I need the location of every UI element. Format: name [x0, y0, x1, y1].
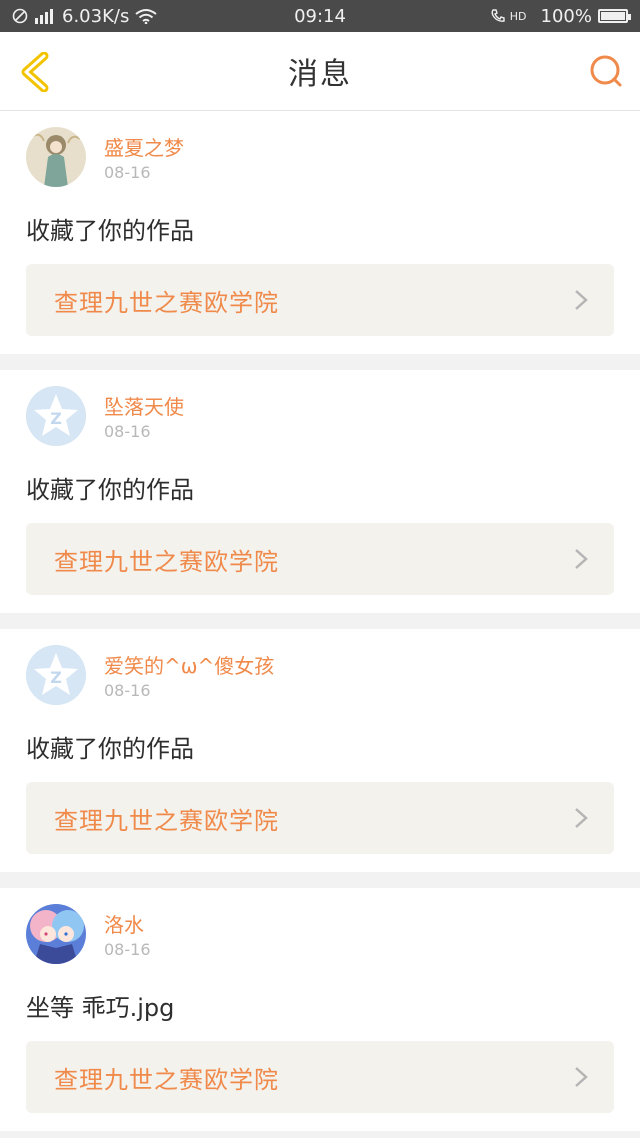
message-header: Z 爱笑的^ω^傻女孩 08-16: [26, 643, 614, 707]
back-arrow-icon: [21, 51, 49, 93]
work-title: 查理九世之赛欧学院: [54, 1065, 279, 1094]
status-left: 6.03K/s: [12, 6, 157, 27]
avatar[interactable]: [26, 904, 86, 964]
default-avatar-icon: Z: [26, 645, 86, 705]
message-text: 收藏了你的作品: [26, 217, 194, 245]
search-icon: [590, 55, 622, 87]
default-avatar-icon: Z: [26, 386, 86, 446]
nav-bar: 消息: [0, 32, 640, 111]
work-link[interactable]: 查理九世之赛欧学院: [26, 1041, 614, 1113]
user-avatar-image: [26, 127, 86, 187]
message-card: 洛水 08-16 坐等 乖巧.jpg 查理九世之赛欧学院: [0, 888, 640, 1131]
wifi-icon: [135, 8, 157, 24]
status-right: HD 100%: [490, 5, 631, 27]
message-header: 盛夏之梦 08-16: [26, 125, 614, 189]
user-avatar-image: [26, 904, 86, 964]
work-link[interactable]: 查理九世之赛欧学院: [26, 264, 614, 336]
battery-icon: [598, 9, 631, 23]
work-link[interactable]: 查理九世之赛欧学院: [26, 523, 614, 595]
message-card: Z 坠落天使 08-16 收藏了你的作品 查理九世之赛欧学院: [0, 370, 640, 613]
message-meta: 坠落天使 08-16: [104, 391, 184, 441]
message-header: 洛水 08-16: [26, 902, 614, 966]
message-text: 收藏了你的作品: [26, 735, 194, 763]
avatar[interactable]: [26, 127, 86, 187]
back-button[interactable]: [18, 51, 52, 93]
chevron-right-icon: [575, 1067, 588, 1087]
chevron-right-icon: [575, 290, 588, 310]
message-meta: 爱笑的^ω^傻女孩 08-16: [104, 650, 274, 700]
message-card: Z 爱笑的^ω^傻女孩 08-16 收藏了你的作品 查理九世之赛欧学院: [0, 629, 640, 872]
message-header: Z 坠落天使 08-16: [26, 384, 614, 448]
work-title: 查理九世之赛欧学院: [54, 547, 279, 576]
username[interactable]: 爱笑的^ω^傻女孩: [104, 650, 274, 679]
message-date: 08-16: [104, 163, 151, 182]
message-card: 盛夏之梦 08-16 收藏了你的作品 查理九世之赛欧学院: [0, 111, 640, 354]
hd-call-icon: [490, 8, 508, 24]
username[interactable]: 盛夏之梦: [104, 132, 184, 161]
svg-text:Z: Z: [50, 668, 62, 687]
avatar[interactable]: Z: [26, 645, 86, 705]
message-meta: 洛水 08-16: [104, 909, 151, 959]
page-title: 消息: [288, 57, 352, 92]
battery-text: 100%: [540, 5, 592, 27]
message-meta: 盛夏之梦 08-16: [104, 132, 184, 182]
work-link[interactable]: 查理九世之赛欧学院: [26, 782, 614, 854]
message-date: 08-16: [104, 422, 151, 441]
message-date: 08-16: [104, 940, 151, 959]
message-list: 盛夏之梦 08-16 收藏了你的作品 查理九世之赛欧学院 Z 坠落天使 08-1…: [0, 111, 640, 1131]
signal-icon: [34, 8, 56, 24]
work-title: 查理九世之赛欧学院: [54, 806, 279, 835]
network-speed: 6.03K/s: [62, 5, 130, 27]
username[interactable]: 洛水: [104, 909, 151, 938]
work-title: 查理九世之赛欧学院: [54, 288, 279, 317]
no-disturb-icon: [12, 8, 28, 24]
username[interactable]: 坠落天使: [104, 391, 184, 420]
svg-text:Z: Z: [50, 409, 62, 428]
hd-label: HD: [509, 9, 527, 23]
message-text: 坐等 乖巧.jpg: [26, 994, 175, 1022]
avatar[interactable]: Z: [26, 386, 86, 446]
search-button[interactable]: [588, 53, 624, 89]
message-text: 收藏了你的作品: [26, 476, 194, 504]
chevron-right-icon: [575, 808, 588, 828]
status-bar: 6.03K/s 09:14 HD 100%: [0, 0, 640, 32]
message-date: 08-16: [104, 681, 151, 700]
chevron-right-icon: [575, 549, 588, 569]
